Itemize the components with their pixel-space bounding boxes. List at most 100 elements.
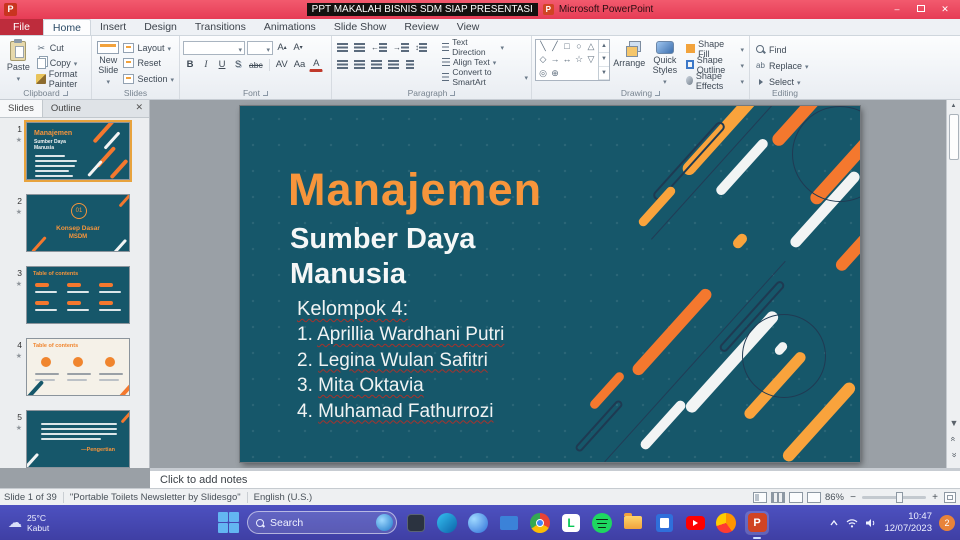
normal-view-button[interactable] <box>752 491 767 503</box>
powerpoint-taskbar-icon[interactable]: P <box>745 510 769 539</box>
font-name-combo[interactable] <box>183 40 245 55</box>
slide-sorter-view-button[interactable] <box>770 491 785 503</box>
clock[interactable]: 10:47 12/07/2023 <box>884 511 932 534</box>
bold-button[interactable]: B <box>183 58 197 72</box>
tab-slide-show[interactable]: Slide Show <box>325 19 396 35</box>
reset-button[interactable]: Reset <box>121 56 176 70</box>
reading-view-button[interactable] <box>788 491 803 503</box>
slide-show-button[interactable] <box>806 491 821 503</box>
slide-thumbnail-4[interactable]: Table of contents <box>26 338 130 396</box>
cut-button[interactable]: ✂ Cut <box>34 41 88 55</box>
slide-thumbnail-2[interactable]: 01 Konsep Dasar MSDM <box>26 194 130 252</box>
slide-thumbnail-3[interactable]: Table of contents <box>26 266 130 324</box>
quick-styles-button[interactable]: Quick Styles <box>649 39 682 86</box>
replace-button[interactable]: ab Replace <box>753 58 817 73</box>
taskbar-app-dark[interactable] <box>404 511 428 535</box>
slide-thumbnail-5[interactable]: —Pengertian <box>26 410 130 468</box>
shrink-font-button[interactable]: A ▾ <box>291 41 305 55</box>
select-button[interactable]: Select <box>753 74 817 89</box>
tab-design[interactable]: Design <box>135 19 186 35</box>
shape-plus-icon[interactable]: ⊕ <box>550 68 560 79</box>
text-shadow-button[interactable]: S <box>231 58 245 72</box>
zoom-level[interactable]: 86% <box>825 492 844 503</box>
browser-icon[interactable] <box>714 511 738 535</box>
tab-review[interactable]: Review <box>395 19 447 35</box>
paste-button[interactable]: Paste <box>3 39 34 86</box>
shape-effects-button[interactable]: Shape Effects <box>684 71 746 91</box>
format-painter-button[interactable]: Format Painter <box>34 69 88 89</box>
scrollbar-thumb[interactable] <box>949 114 959 160</box>
mail-icon[interactable] <box>497 511 521 535</box>
text-direction-button[interactable]: Text Direction <box>442 37 504 57</box>
shapes-scroll-down[interactable]: ▼ <box>599 53 609 67</box>
shapes-gallery[interactable]: ╲ ╱ □ ○ △ ◇ → ↔ ☆ ▽ ◎ ⊕ ▲ ▼ ▼ <box>535 39 610 81</box>
align-left-button[interactable] <box>335 58 350 72</box>
notification-badge[interactable]: 2 <box>939 514 955 531</box>
slide-member-list[interactable]: 1. Aprillia Wardhani Putri 2. Legina Wul… <box>297 322 504 424</box>
panel-tab-outline[interactable]: Outline <box>43 100 89 117</box>
zoom-slider[interactable] <box>862 491 926 503</box>
find-button[interactable]: Find <box>753 42 817 57</box>
panel-tab-slides[interactable]: Slides <box>0 100 43 117</box>
shape-diamond-icon[interactable]: ◇ <box>538 54 548 65</box>
hidden-icons-chevron[interactable] <box>829 519 839 527</box>
tab-home[interactable]: Home <box>42 19 91 35</box>
shapes-gallery-scroll[interactable]: ▲ ▼ ▼ <box>598 40 609 80</box>
shape-double-arrow-icon[interactable]: ↔ <box>562 54 572 65</box>
language-indicator[interactable]: English (U.S.) <box>254 492 313 503</box>
fit-to-window-button[interactable] <box>944 491 956 503</box>
slide-title-text[interactable]: Manajemen <box>288 164 542 216</box>
font-dialog-launcher[interactable] <box>263 90 268 96</box>
italic-button[interactable]: I <box>199 58 213 72</box>
slide-thumbnail-1[interactable]: Manajemen Sumber Daya Manusia <box>24 120 132 182</box>
search-assistant-icon[interactable] <box>376 514 393 531</box>
maximize-button[interactable] <box>910 2 932 17</box>
vertical-scrollbar[interactable]: ▲ ▼ « « <box>946 100 960 468</box>
shape-triangle-icon[interactable]: △ <box>586 41 596 52</box>
network-icon[interactable] <box>846 518 858 528</box>
paragraph-dialog-launcher[interactable] <box>450 90 456 96</box>
close-button[interactable]: ✕ <box>934 2 956 17</box>
change-case-button[interactable]: Aa <box>292 58 308 72</box>
grow-font-button[interactable]: A ▴ <box>275 41 289 55</box>
slide-group-label[interactable]: Kelompok 4: <box>297 298 408 321</box>
shape-star-icon[interactable]: ☆ <box>574 54 584 65</box>
volume-icon[interactable] <box>865 518 877 528</box>
drawing-dialog-launcher[interactable] <box>655 90 661 96</box>
slide-canvas[interactable]: Manajemen Sumber Daya Manusia Kelompok 4… <box>240 106 860 462</box>
title-bar[interactable]: P PPT MAKALAH BISNIS SDM SIAP PRESENTASI… <box>0 0 960 19</box>
shape-arrow-icon[interactable]: → <box>550 54 560 65</box>
align-center-button[interactable] <box>352 58 367 72</box>
zoom-slider-thumb[interactable] <box>896 491 903 503</box>
youtube-icon[interactable] <box>683 511 707 535</box>
zoom-in-button[interactable]: + <box>930 492 940 503</box>
previous-slide-button[interactable]: « <box>947 434 960 450</box>
tab-insert[interactable]: Insert <box>91 19 135 35</box>
weather-widget[interactable]: ☁ 25°C Kabut <box>8 513 49 533</box>
copilot-icon[interactable] <box>466 511 490 535</box>
shape-line2-icon[interactable]: ╱ <box>550 41 560 52</box>
chrome-icon[interactable] <box>528 511 552 535</box>
notes-pane[interactable]: Click to add notes <box>150 468 960 488</box>
underline-button[interactable]: U <box>215 58 229 72</box>
new-slide-button[interactable]: New Slide <box>95 39 121 86</box>
next-slide-button[interactable]: « <box>947 450 960 466</box>
slide-editor-area[interactable]: Manajemen Sumber Daya Manusia Kelompok 4… <box>150 100 946 468</box>
align-right-button[interactable] <box>369 58 384 72</box>
line-icon[interactable]: L <box>559 511 583 535</box>
line-spacing-button[interactable]: ↕ <box>413 41 429 55</box>
bullets-button[interactable] <box>335 41 350 55</box>
scroll-up-icon[interactable]: ▲ <box>947 100 960 113</box>
zoom-out-button[interactable]: − <box>848 492 858 503</box>
shape-rectangle-icon[interactable]: □ <box>562 41 572 52</box>
decrease-indent-button[interactable]: ← <box>369 41 389 55</box>
shape-ellipse-icon[interactable]: ○ <box>574 41 584 52</box>
shapes-scroll-up[interactable]: ▲ <box>599 40 609 54</box>
shape-down-triangle-icon[interactable]: ▽ <box>586 54 596 65</box>
layout-button[interactable]: Layout <box>121 41 176 55</box>
justify-button[interactable] <box>386 58 401 72</box>
tab-view[interactable]: View <box>448 19 489 35</box>
columns-button[interactable] <box>403 58 417 72</box>
section-button[interactable]: Section <box>121 72 176 86</box>
font-color-button[interactable]: A <box>309 57 324 72</box>
